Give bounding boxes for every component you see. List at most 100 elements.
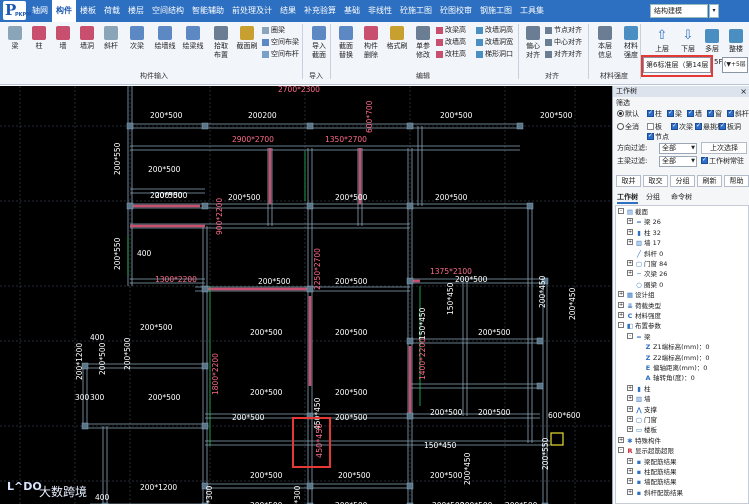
radio-all[interactable]: 全消 xyxy=(617,122,639,132)
tree-node[interactable]: + ▢ 门窗 84 xyxy=(627,259,667,269)
eccentric-align-button[interactable]: 偏心 对齐 xyxy=(520,24,546,64)
component-delete-button[interactable]: 构件 删除 xyxy=(358,24,384,64)
tree-node[interactable]: - ═ 梁 xyxy=(627,332,651,342)
menu-tab-6[interactable]: 智能辅助 xyxy=(188,0,228,22)
menu-tab-8[interactable]: 结果 xyxy=(276,0,300,22)
expand-icon[interactable]: + xyxy=(627,488,633,495)
draw-wall-line-button[interactable]: 绘墙线 xyxy=(152,24,178,64)
panel-tab-1[interactable]: 分组 xyxy=(646,192,660,202)
expand-icon[interactable]: + xyxy=(627,457,633,464)
filter-check-checks_row1-4[interactable]: 斜杆 xyxy=(727,108,749,119)
tree-node[interactable]: + ▦ 设计组 xyxy=(618,290,655,300)
panel-button-1[interactable]: 取交 xyxy=(643,175,668,187)
tree-pin-checkbox[interactable]: 工作树常驻 xyxy=(701,155,744,166)
change-beam-height-button[interactable]: 改梁高 xyxy=(436,25,466,36)
edge-align-button[interactable]: 对齐对齐 xyxy=(545,49,582,60)
change-opening-height-button[interactable]: 改墙洞高 xyxy=(476,25,513,36)
app-logo[interactable]: P PKPM xyxy=(3,1,31,20)
tree-node[interactable]: + ▪ 柱配筋结果 xyxy=(627,467,677,477)
expand-icon[interactable]: + xyxy=(627,384,633,391)
work-tree[interactable]: - ▤ 截面 + ═ 梁 26 + ▮ 柱 32 + ▥ 墙 17 ╱ 斜杆 0 + ▢ 门窗 84 + ─ 次梁 2… xyxy=(615,205,749,504)
brace-button[interactable]: 斜杆 xyxy=(98,24,124,64)
direction-filter-select[interactable]: 全部 ▼ xyxy=(659,143,697,154)
panel-button-0[interactable]: 取并 xyxy=(616,175,641,187)
menu-tab-2[interactable]: 楼板 xyxy=(76,0,100,22)
tree-node[interactable]: + ▥ 墙 xyxy=(627,394,651,404)
close-icon[interactable]: × xyxy=(740,86,747,97)
expand-icon[interactable]: + xyxy=(627,478,633,485)
collapse-icon[interactable]: - xyxy=(627,332,633,339)
menu-tab-12[interactable]: 砼施工图 xyxy=(396,0,436,22)
menu-tab-14[interactable]: 钢施工图 xyxy=(476,0,516,22)
expand-icon[interactable]: + xyxy=(627,395,633,402)
expand-icon[interactable]: + xyxy=(627,218,633,225)
radio-default[interactable]: 默认 xyxy=(617,109,639,119)
filter-check-checks_row1-0[interactable]: 柱 xyxy=(647,108,662,119)
panel-tab-0[interactable]: 工作树 xyxy=(617,192,638,204)
tree-node[interactable]: - ◧ 布置参数 xyxy=(618,321,661,331)
section-brush-button[interactable]: 截面刷 xyxy=(234,24,260,64)
expand-icon[interactable]: + xyxy=(618,301,624,308)
secondary-beam-button[interactable]: 次梁 xyxy=(124,24,150,64)
collapse-icon[interactable]: - xyxy=(618,208,624,214)
tree-node[interactable]: + ▮ 柱 xyxy=(627,384,651,394)
filter-check-checks_row2-3[interactable]: 板洞 xyxy=(719,121,741,132)
module-search-input[interactable]: 结构建模 xyxy=(650,4,708,18)
menu-tab-1[interactable]: 构件 xyxy=(52,0,76,22)
expand-icon[interactable]: + xyxy=(618,436,624,443)
panel-button-4[interactable]: 帮助 xyxy=(724,175,749,187)
tree-node[interactable]: ╱ 斜杆 0 xyxy=(627,249,663,259)
menu-tab-11[interactable]: 非线性 xyxy=(364,0,396,22)
collapse-icon[interactable]: - xyxy=(618,447,624,454)
filter-check-checks_row1-3[interactable]: 窗 xyxy=(707,108,722,119)
floor-range-select[interactable]: (▼+5层 xyxy=(722,57,748,73)
floor-info-button[interactable]: 本层 信息 xyxy=(592,24,618,64)
menu-tab-0[interactable]: 轴网 xyxy=(28,0,52,22)
filter-check-checks_row1-1[interactable]: 梁 xyxy=(667,108,682,119)
tree-node[interactable]: A 轴转角(度)：0 xyxy=(636,373,694,383)
model-canvas[interactable]: 2700*2300 200*500 200*500 200*500 600*700 200… xyxy=(0,86,612,504)
filter-check-checks_row3-0[interactable]: 节点 xyxy=(647,131,669,142)
panel-button-2[interactable]: 分组 xyxy=(670,175,695,187)
wall-button[interactable]: 墙 xyxy=(50,24,76,64)
space-beam-button[interactable]: 空间布梁 xyxy=(262,37,299,48)
pick-place-button[interactable]: 拾取 布置 xyxy=(208,24,234,64)
panel-button-3[interactable]: 刷新 xyxy=(697,175,722,187)
menu-tab-15[interactable]: 工具集 xyxy=(516,0,548,22)
expand-icon[interactable]: + xyxy=(627,405,633,412)
main-beam-filter-select[interactable]: 全部 ▼ xyxy=(659,156,697,167)
column-button[interactable]: 柱 xyxy=(26,24,52,64)
tree-node[interactable]: + ✱ 特殊构件 xyxy=(618,436,661,446)
expand-icon[interactable]: + xyxy=(627,426,633,433)
tree-node[interactable]: Z Z1端标高(mm)：0 xyxy=(636,342,710,352)
collapse-icon[interactable]: - xyxy=(618,322,624,329)
menu-tab-9[interactable]: 补充验算 xyxy=(300,0,340,22)
tree-node[interactable]: + ▪ 斜杆配筋结果 xyxy=(627,488,683,498)
node-align-button[interactable]: 节点对齐 xyxy=(545,25,582,36)
draw-beam-line-button[interactable]: 绘梁线 xyxy=(180,24,206,64)
tree-node[interactable]: - ▤ 截面 xyxy=(618,207,648,217)
menu-tab-5[interactable]: 空间结构 xyxy=(148,0,188,22)
tree-node[interactable]: + ▥ 墙 17 xyxy=(627,238,661,248)
tree-node[interactable]: + ▪ 墙配筋结果 xyxy=(627,477,677,487)
filter-check-checks_row2-1[interactable]: 次梁 xyxy=(671,121,693,132)
tree-node[interactable]: ○ 圈梁 0 xyxy=(627,280,663,290)
menu-tab-13[interactable]: 砼图校审 xyxy=(436,0,476,22)
tree-node[interactable]: + ▪ 梁配筋结果 xyxy=(627,457,677,467)
tree-node[interactable]: + C 材料强度 xyxy=(618,311,661,321)
tree-node[interactable]: + ⇊ 荷载类型 xyxy=(618,301,661,311)
expand-icon[interactable]: + xyxy=(618,312,624,318)
single-param-edit-button[interactable]: 单参 修改 xyxy=(410,24,436,64)
expand-icon[interactable]: + xyxy=(627,228,633,235)
menu-tab-4[interactable]: 楼层 xyxy=(124,0,148,22)
expand-icon[interactable]: + xyxy=(618,291,624,298)
chevron-down-icon[interactable]: ▾ xyxy=(709,4,719,18)
import-section-button[interactable]: 导入 截面 xyxy=(306,24,332,64)
expand-icon[interactable]: + xyxy=(627,416,633,422)
ring-beam-button[interactable]: 圈梁 xyxy=(262,25,285,36)
wall-opening-button[interactable]: 墙洞 xyxy=(74,24,100,64)
prev-select-button[interactable]: 上次选择 xyxy=(701,142,747,154)
tree-node[interactable]: E 偏轴距离(mm)：0 xyxy=(636,363,708,373)
tree-node[interactable]: + ▢ 门窗 xyxy=(627,415,657,425)
expand-icon[interactable]: + xyxy=(627,468,633,474)
